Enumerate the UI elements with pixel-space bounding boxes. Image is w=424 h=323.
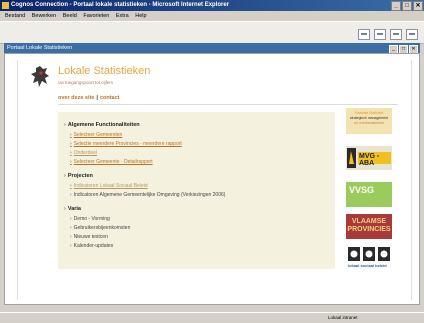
menu-view[interactable]: Beeld xyxy=(63,13,77,19)
partner-card-mvg-aba[interactable]: MVG - ABA xyxy=(346,146,392,170)
site-title: Lokale Statistieken xyxy=(58,65,151,77)
partner-card-line: VLAAMSE xyxy=(351,218,387,225)
menu-help[interactable]: Help xyxy=(135,13,146,19)
about-link[interactable]: over deze site xyxy=(58,95,94,101)
window-titlebar: Cognos Connection - Portaal lokale stati… xyxy=(0,0,424,11)
page-frame: Lokale Statistieken uw toegangspoort tot… xyxy=(17,60,412,300)
lion-logo-icon xyxy=(31,66,49,87)
my-folders-icon[interactable] xyxy=(374,29,386,40)
window-title: Cognos Connection - Portaal lokale stati… xyxy=(11,2,230,8)
home-icon[interactable] xyxy=(358,29,370,40)
list-item[interactable]: › Nieuwe testcen xyxy=(70,234,108,240)
list-item[interactable]: › Kalender-updates xyxy=(70,243,113,249)
menu-edit[interactable]: Bewerken xyxy=(32,13,56,19)
section-title: › Varia xyxy=(64,206,81,212)
list-item[interactable]: › Gebruikersbijeenkomsten xyxy=(70,225,130,231)
partner-card-label: MVG - ABA xyxy=(359,153,380,167)
top-nav: over deze site | contact xyxy=(58,95,120,101)
partner-card-label: lokaal sociaal beleid xyxy=(348,263,387,268)
menu-bar: Bestand Bewerken Beeld Favorieten Extra … xyxy=(0,11,424,21)
menu-file[interactable]: Bestand xyxy=(5,13,25,19)
partner-card-lokaal-sociaal-beleid[interactable]: lokaal sociaal beleid xyxy=(346,246,392,271)
preferences-icon[interactable] xyxy=(406,29,418,40)
menu-favorites[interactable]: Favorieten xyxy=(83,13,109,19)
nav-divider xyxy=(58,104,398,105)
portal-title: Portaal Lokale Statistieken xyxy=(7,45,73,51)
partner-card-vlaamse-provincies[interactable]: VLAAMSE PROVINCIES xyxy=(346,214,392,239)
contact-link[interactable]: contact xyxy=(100,95,120,101)
partner-card-line: PROVINCIES xyxy=(347,226,391,233)
list-item[interactable]: › Selectie meerdere Provincies - meerdere… xyxy=(70,141,182,147)
site-tagline: uw toegangspoort tot cijfers xyxy=(58,80,114,85)
partner-card-vvsg[interactable]: VVSG xyxy=(346,182,392,207)
list-item[interactable]: › Demo - Vorming xyxy=(70,216,110,222)
partner-card-vlaamse-statistiek[interactable]: Vlaamse Statistiek strategisch managemen… xyxy=(346,108,392,134)
browser-icon xyxy=(2,2,9,9)
nav-separator: | xyxy=(96,95,98,101)
list-item[interactable]: › Selecteer Gemeenten xyxy=(70,132,122,138)
list-item[interactable]: › Indicatoren Lokaal Sociaal Beleid xyxy=(70,183,148,189)
close-button[interactable]: ✕ xyxy=(413,1,423,11)
maximize-button[interactable]: □ xyxy=(402,1,412,11)
section-title: › Projecten xyxy=(64,173,93,179)
list-item[interactable]: › Onderdeel xyxy=(70,150,97,156)
minimize-button[interactable]: _ xyxy=(391,1,401,11)
portal-content: Lokale Statistieken uw toegangspoort tot… xyxy=(4,53,420,305)
partner-card-line: en overheidsbeleid xyxy=(354,121,384,125)
main-panel: › Algemene Functionaliteiten › Selecteer G… xyxy=(58,112,335,269)
list-item[interactable]: › Indicatoren Algemene Gemeentelijke Omge… xyxy=(70,192,225,198)
portal-titlebar: Portaal Lokale Statistieken _ □ ✕ xyxy=(4,43,420,54)
portal-toolbar xyxy=(0,21,424,44)
list-item[interactable]: › Selecteer Gemeente - Detailrapport xyxy=(70,159,153,165)
menu-tools[interactable]: Extra xyxy=(116,13,129,19)
section-title: › Algemene Functionaliteiten xyxy=(64,122,140,128)
status-bar: Lokaal intranet xyxy=(0,312,424,323)
public-folders-icon[interactable] xyxy=(390,29,402,40)
